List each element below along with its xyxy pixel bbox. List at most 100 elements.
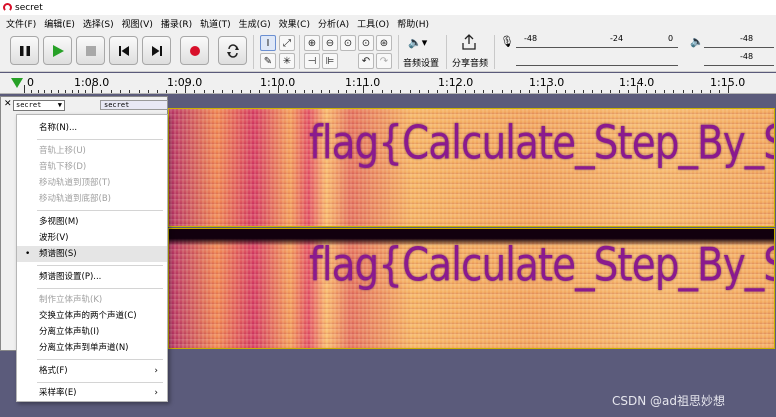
menu-item-spectrogram-settings[interactable]: 频谱图设置(P)... bbox=[17, 269, 167, 285]
toolbar-separator bbox=[446, 35, 447, 69]
menu-item-move-top[interactable]: 移动轨道到顶部(T) bbox=[17, 175, 167, 191]
clip-name-bar[interactable]: secret bbox=[100, 100, 168, 110]
menu-tracks[interactable]: 轨道(T) bbox=[196, 17, 235, 30]
record-icon bbox=[189, 45, 200, 56]
play-button[interactable] bbox=[43, 36, 72, 65]
ruler-minor-tick bbox=[381, 90, 383, 93]
skip-end-icon bbox=[151, 45, 162, 56]
audacity-icon bbox=[3, 3, 12, 12]
spectrogram-channel-left[interactable]: flag{Calculate_Step_By_Step} bbox=[168, 108, 775, 227]
menu-item-move-up[interactable]: 音轨上移(U) bbox=[17, 143, 167, 159]
toolbar-separator bbox=[494, 35, 495, 69]
ruler-minor-tick bbox=[664, 90, 666, 93]
ruler-minor-tick bbox=[295, 90, 296, 93]
chevron-right-icon: › bbox=[154, 388, 158, 398]
ruler-minor-tick bbox=[574, 90, 575, 93]
loop-button[interactable] bbox=[218, 36, 247, 65]
multi-tool-button[interactable]: ✳ bbox=[279, 53, 295, 69]
menu-item-split-stereo[interactable]: 分离立体声轨(I) bbox=[17, 324, 167, 340]
ruler-minor-tick bbox=[30, 90, 32, 93]
ruler-minor-tick bbox=[147, 90, 149, 93]
menu-select[interactable]: 选择(S) bbox=[79, 17, 118, 30]
draw-tool-button[interactable]: ✎ bbox=[260, 53, 276, 69]
trim-button[interactable]: ⊣ bbox=[304, 53, 320, 69]
menu-record[interactable]: 播录(R) bbox=[157, 17, 196, 30]
zoom-in-button[interactable]: ⊕ bbox=[304, 35, 320, 51]
menu-item-spectrogram[interactable]: • 频谱图(S) bbox=[17, 246, 167, 262]
menu-item-multi-view[interactable]: 多视图(M) bbox=[17, 214, 167, 230]
playback-meter[interactable]: -48 bbox=[704, 34, 774, 50]
menu-item-move-down[interactable]: 音轨下移(D) bbox=[17, 159, 167, 175]
asterisk-icon: ✳ bbox=[282, 55, 292, 67]
ruler-minor-tick bbox=[655, 90, 657, 93]
microphone-icon: 🎙 bbox=[500, 35, 514, 48]
ruler-minor-tick bbox=[556, 90, 557, 93]
ruler-major-tick bbox=[547, 85, 548, 93]
menu-tools[interactable]: 工具(O) bbox=[353, 17, 393, 30]
stop-icon bbox=[85, 45, 96, 56]
menu-analyze[interactable]: 分析(A) bbox=[314, 17, 353, 30]
ruler-minor-tick bbox=[37, 90, 39, 93]
ruler-minor-tick bbox=[203, 90, 205, 93]
ruler-minor-tick bbox=[682, 90, 684, 93]
ruler-minor-tick bbox=[85, 90, 87, 93]
zoom-toggle-button[interactable]: ⊛ bbox=[376, 35, 392, 51]
ruler-minor-tick bbox=[64, 90, 66, 93]
skip-end-button[interactable] bbox=[142, 36, 171, 65]
playback-meter-lower[interactable]: -48 bbox=[704, 52, 774, 68]
close-track-icon[interactable]: ✕ bbox=[4, 99, 12, 109]
undo-icon: ↶ bbox=[361, 55, 371, 67]
menu-help[interactable]: 帮助(H) bbox=[393, 17, 433, 30]
ruler-minor-tick bbox=[400, 90, 402, 93]
menu-item-swap-channels[interactable]: 交换立体声的两个声道(C) bbox=[17, 308, 167, 324]
share-audio-button[interactable]: 分享音频 bbox=[452, 56, 488, 69]
menu-edit[interactable]: 编辑(E) bbox=[40, 17, 79, 30]
ruler-minor-tick bbox=[409, 90, 411, 93]
ruler-minor-tick bbox=[194, 90, 196, 93]
ruler-minor-tick bbox=[71, 90, 73, 93]
menu-item-make-stereo[interactable]: 制作立体声轨(K) bbox=[17, 292, 167, 308]
title-bar: secret bbox=[0, 0, 776, 15]
ruler-minor-tick bbox=[691, 90, 693, 93]
fit-selection-button[interactable]: ⊙ bbox=[340, 35, 356, 51]
toolbar: Ⅰ ⤢ ✎ ✳ ⊕ ⊖ ⊙ ⊙ ⊛ ⊣ ⊫ ↶ ↷ 🔈▾ 音频设置 分享音频 🎙… bbox=[0, 32, 776, 72]
menu-file[interactable]: 文件(F) bbox=[2, 17, 40, 30]
envelope-tool-button[interactable]: ⤢ bbox=[279, 35, 295, 51]
skip-start-button[interactable] bbox=[109, 36, 138, 65]
silence-button[interactable]: ⊫ bbox=[322, 53, 338, 69]
menu-item-split-mono[interactable]: 分离立体声到单声道(N) bbox=[17, 340, 167, 356]
redo-button[interactable]: ↷ bbox=[376, 53, 392, 69]
ruler-minor-tick bbox=[44, 90, 46, 93]
menu-item-move-bottom[interactable]: 移动轨道到底部(B) bbox=[17, 191, 167, 207]
audio-setup-button[interactable]: 音频设置 bbox=[403, 56, 439, 69]
fit-project-button[interactable]: ⊙ bbox=[358, 35, 374, 51]
ruler-minor-tick bbox=[610, 90, 611, 93]
menu-separator bbox=[37, 359, 163, 360]
record-button[interactable] bbox=[180, 36, 209, 65]
ruler-major-tick bbox=[363, 85, 364, 93]
play-head-icon[interactable] bbox=[11, 78, 23, 88]
chevron-right-icon: › bbox=[154, 366, 158, 376]
menu-generate[interactable]: 生成(G) bbox=[235, 17, 275, 30]
timeline-ruler[interactable]: 0 1:08.0 1:09.0 1:10.0 1:11.0 1:12.0 1:1… bbox=[0, 73, 776, 94]
record-meter-lower[interactable] bbox=[516, 53, 678, 68]
menu-item-format[interactable]: 格式(F) › bbox=[17, 363, 167, 379]
menu-item-rate[interactable]: 采样率(E) › bbox=[17, 385, 167, 401]
undo-button[interactable]: ↶ bbox=[358, 53, 374, 69]
pause-button[interactable] bbox=[10, 36, 39, 65]
share-icon bbox=[462, 34, 476, 53]
spectrogram-channel-right[interactable]: flag{Calculate_Step_By_Step} bbox=[168, 228, 775, 349]
ruler-minor-tick bbox=[601, 90, 602, 93]
menu-item-name[interactable]: 名称(N)... bbox=[17, 120, 167, 136]
selection-tool-button[interactable]: Ⅰ bbox=[260, 35, 276, 51]
zoom-fit-selection-icon: ⊙ bbox=[343, 37, 353, 49]
record-meter[interactable]: -48 -24 0 bbox=[516, 34, 678, 50]
ruler-minor-tick bbox=[700, 90, 702, 93]
zoom-out-button[interactable]: ⊖ bbox=[322, 35, 338, 51]
menu-effect[interactable]: 效果(C) bbox=[275, 17, 314, 30]
track-name-dropdown[interactable]: secret ▼ bbox=[13, 100, 65, 111]
ruler-minor-tick bbox=[268, 90, 270, 93]
stop-button[interactable] bbox=[76, 36, 105, 65]
menu-item-waveform[interactable]: 波形(V) bbox=[17, 230, 167, 246]
menu-view[interactable]: 视图(V) bbox=[118, 17, 157, 30]
